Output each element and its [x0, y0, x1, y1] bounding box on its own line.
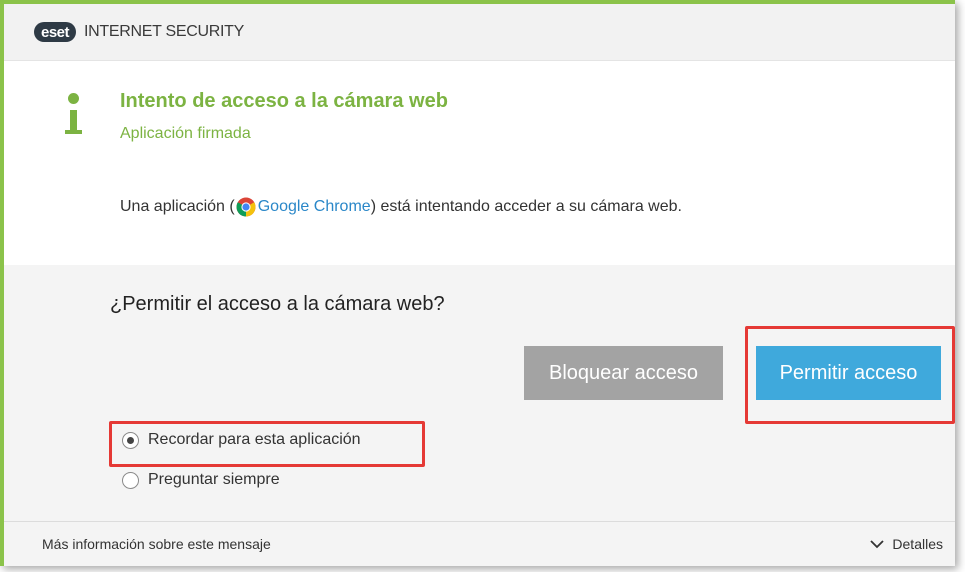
app-name-link[interactable]: Google Chrome — [258, 198, 371, 216]
radio-remember-option[interactable]: Recordar para esta aplicación — [122, 431, 361, 449]
eset-logo: eset — [34, 22, 77, 42]
permission-question: ¿Permitir el acceso a la cámara web? — [110, 293, 445, 315]
alert-header: Intento de acceso a la cámara web Aplica… — [4, 61, 955, 265]
radio-remember[interactable] — [122, 431, 139, 449]
details-toggle[interactable]: Detalles — [870, 536, 943, 552]
more-info-link[interactable]: Más información sobre este mensaje — [42, 536, 271, 552]
details-label: Detalles — [892, 536, 943, 552]
permission-prompt: ¿Permitir el acceso a la cámara web? Blo… — [4, 265, 955, 521]
product-name: INTERNET SECURITY — [84, 23, 244, 40]
block-access-button[interactable]: Bloquear acceso — [524, 346, 723, 400]
alert-subtitle: Aplicación firmada — [120, 125, 251, 142]
chevron-down-icon — [870, 540, 885, 549]
info-icon — [62, 93, 86, 137]
chrome-icon — [236, 197, 256, 217]
alert-message: Una aplicación ( Google Chrome ) está in… — [120, 197, 682, 217]
message-suffix: ) está intentando acceder a su cámara we… — [370, 198, 682, 215]
footer: Más información sobre este mensaje Detal… — [4, 521, 955, 566]
radio-ask-label: Preguntar siempre — [148, 471, 280, 488]
radio-remember-label: Recordar para esta aplicación — [148, 431, 361, 448]
alert-title: Intento de acceso a la cámara web — [120, 90, 448, 112]
message-prefix: Una aplicación ( — [120, 198, 235, 215]
eset-alert-window: eset INTERNET SECURITY Intento de acceso… — [0, 0, 955, 566]
allow-access-button[interactable]: Permitir acceso — [756, 346, 941, 400]
radio-ask[interactable] — [122, 471, 139, 489]
title-bar: eset INTERNET SECURITY — [4, 4, 955, 61]
radio-ask-option[interactable]: Preguntar siempre — [122, 471, 280, 489]
